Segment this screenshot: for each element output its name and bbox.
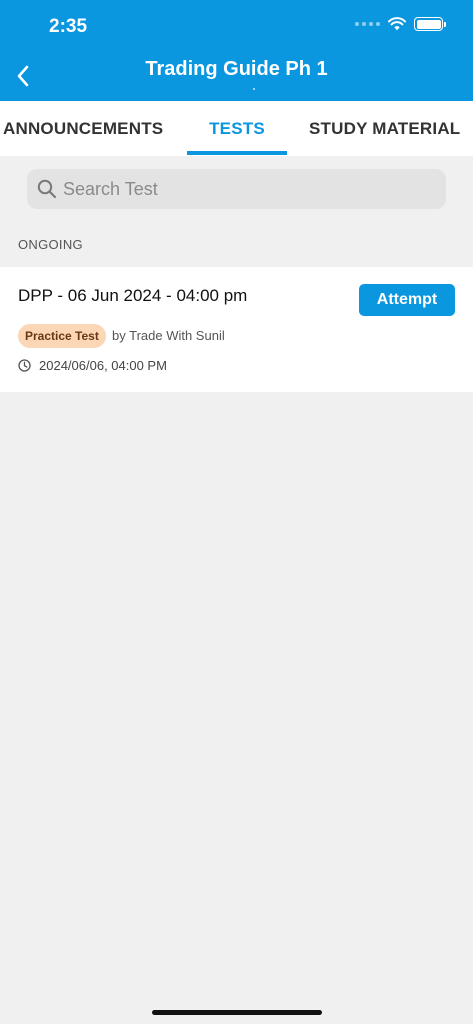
tab-bar: ANNOUNCEMENTS TESTS STUDY MATERIAL [0, 101, 473, 156]
test-card[interactable]: DPP - 06 Jun 2024 - 04:00 pm Attempt Pra… [0, 267, 473, 392]
practice-test-badge: Practice Test [18, 324, 106, 348]
tab-study-material[interactable]: STUDY MATERIAL [309, 101, 460, 156]
home-indicator [152, 1010, 322, 1015]
attempt-button[interactable]: Attempt [359, 284, 455, 316]
page-title: Trading Guide Ph 1 [145, 58, 328, 80]
search-bar[interactable] [27, 169, 446, 209]
app-header: 2:35 Trading Guide Ph 1 [0, 0, 473, 101]
title-dot [253, 88, 255, 90]
search-input[interactable] [63, 178, 423, 200]
active-tab-indicator [187, 151, 287, 155]
status-bar-time: 2:35 [49, 16, 88, 37]
wifi-icon [388, 17, 406, 31]
status-bar-icons [355, 17, 446, 31]
battery-icon [414, 17, 446, 31]
tab-announcements[interactable]: ANNOUNCEMENTS [3, 101, 163, 156]
section-label-ongoing: ONGOING [18, 237, 83, 252]
test-author: by Trade With Sunil [112, 328, 225, 343]
test-datetime: 2024/06/06, 04:00 PM [39, 358, 167, 373]
tab-tests[interactable]: TESTS [187, 101, 287, 156]
test-title: DPP - 06 Jun 2024 - 04:00 pm [18, 286, 248, 305]
clock-icon [18, 359, 31, 372]
signal-dots-icon [355, 22, 380, 26]
search-icon [37, 179, 57, 199]
